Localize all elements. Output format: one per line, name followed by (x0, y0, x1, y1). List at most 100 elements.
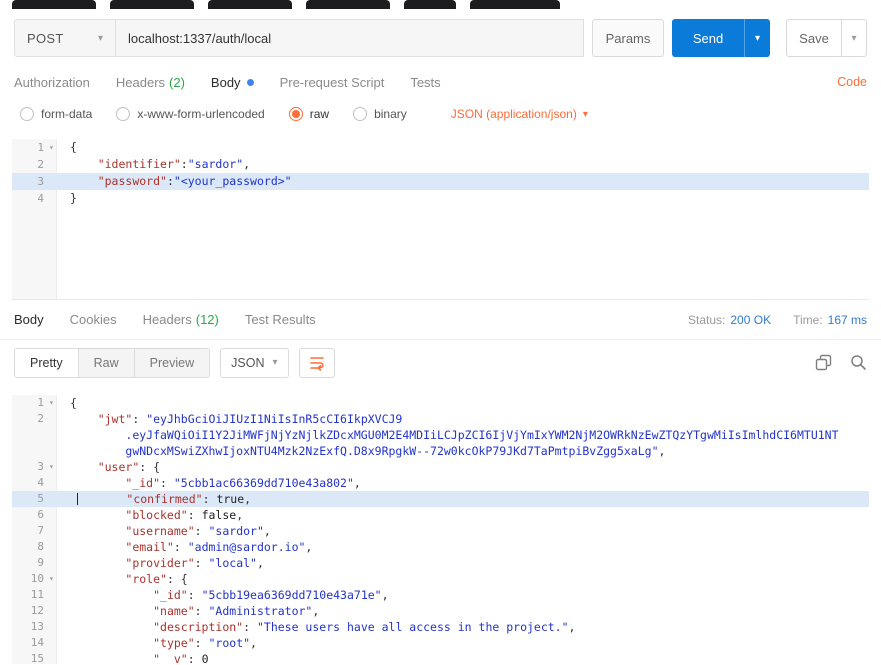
body-content-dot-icon (247, 79, 254, 86)
view-mode-preview[interactable]: Preview (134, 349, 209, 377)
editor-line: 7 "username": "sardor", (12, 523, 869, 539)
view-mode-raw[interactable]: Raw (78, 349, 134, 377)
radio-selected-icon (289, 107, 303, 121)
fold-spacer (44, 427, 70, 443)
radio-raw[interactable]: raw (289, 107, 329, 121)
response-tab-test-results[interactable]: Test Results (245, 312, 316, 327)
fold-spacer (44, 491, 70, 507)
editor-line: 1▾{ (12, 395, 869, 411)
radio-icon (20, 107, 34, 121)
code-text: "type": "root", (70, 635, 869, 651)
response-language-select[interactable]: JSON ▾ (220, 348, 288, 378)
tab-authorization[interactable]: Authorization (14, 75, 90, 90)
view-mode-pretty[interactable]: Pretty (15, 349, 78, 377)
window-tab-strip (0, 0, 881, 9)
response-tab-body[interactable]: Body (14, 312, 44, 327)
line-number: 6 (12, 507, 44, 523)
method-select[interactable]: POST ▾ (14, 19, 116, 57)
wrap-lines-button[interactable] (299, 348, 335, 378)
editor-line: 14 "type": "root", (12, 635, 869, 651)
app-tab[interactable] (12, 0, 96, 9)
tab-label: Headers (116, 75, 165, 90)
fold-spacer (44, 539, 70, 555)
response-body-editor[interactable]: 1▾{2 "jwt": "eyJhbGciOiJIUzI1NiIsInR5cCI… (12, 395, 869, 664)
chevron-down-icon: ▾ (98, 33, 103, 44)
editor-line: gwNDcxMSwiZXhwIjoxNTU4Mzk2NzExfQ.D8x9Rpg… (12, 443, 869, 459)
search-button[interactable] (850, 354, 867, 371)
line-number: 14 (12, 635, 44, 651)
tab-label: Cookies (70, 312, 117, 327)
code-link[interactable]: Code (837, 75, 867, 89)
line-number: 9 (12, 555, 44, 571)
code-text: "__v": 0 (70, 651, 869, 664)
app-tab[interactable] (470, 0, 560, 9)
fold-toggle-icon[interactable]: ▾ (44, 459, 70, 475)
save-button[interactable]: Save (786, 19, 842, 57)
line-number: 8 (12, 539, 44, 555)
request-body-editor[interactable]: 1▾{2 "identifier":"sardor",3 "password":… (12, 139, 869, 300)
url-input[interactable] (116, 19, 584, 57)
chevron-down-icon: ▾ (272, 357, 277, 368)
line-number: 4 (12, 475, 44, 491)
headers-count-badge: (2) (169, 75, 185, 90)
code-text: "_id": "5cbb19ea6369dd710e43a71e", (70, 587, 869, 603)
copy-button[interactable] (815, 354, 832, 371)
fold-spacer (44, 523, 70, 539)
radio-label: raw (310, 107, 329, 121)
fold-spacer (44, 475, 70, 491)
code-text: "password":"<your_password>" (70, 173, 869, 190)
app-tab[interactable] (208, 0, 292, 9)
view-mode-group: Pretty Raw Preview (14, 348, 210, 378)
app-tab[interactable] (110, 0, 194, 9)
request-tabs: Authorization Headers (2) Body Pre-reque… (0, 67, 881, 97)
response-tab-headers[interactable]: Headers (12) (143, 312, 219, 327)
tab-label: Pre-request Script (280, 75, 385, 90)
code-text: { (70, 395, 869, 411)
editor-line: 11 "_id": "5cbb19ea6369dd710e43a71e", (12, 587, 869, 603)
line-number: 3 (12, 459, 44, 475)
time-value: 167 ms (828, 313, 867, 327)
code-text: "provider": "local", (70, 555, 869, 571)
line-number: 4 (12, 190, 44, 207)
radio-x-www-form-urlencoded[interactable]: x-www-form-urlencoded (116, 107, 264, 121)
copy-icon (815, 354, 832, 371)
code-text: gwNDcxMSwiZXhwIjoxNTU4Mzk2NzExfQ.D8x9Rpg… (70, 443, 869, 459)
line-number: 3 (12, 173, 44, 190)
tab-body[interactable]: Body (211, 75, 254, 90)
code-text: "role": { (70, 571, 869, 587)
fold-toggle-icon[interactable]: ▾ (44, 139, 70, 156)
line-number: 12 (12, 603, 44, 619)
fold-spacer (44, 603, 70, 619)
fold-spacer (44, 619, 70, 635)
line-number: 1 (12, 395, 44, 411)
app-tab[interactable] (404, 0, 456, 9)
status-value: 200 OK (730, 313, 771, 327)
line-number (12, 443, 44, 459)
app-tab[interactable] (306, 0, 390, 9)
content-type-select[interactable]: JSON (application/json) ▾ (451, 107, 588, 121)
save-options-button[interactable]: ▾ (842, 19, 867, 57)
fold-toggle-icon[interactable]: ▾ (44, 395, 70, 411)
chevron-down-icon: ▾ (755, 33, 760, 44)
editor-line: 9 "provider": "local", (12, 555, 869, 571)
params-button[interactable]: Params (592, 19, 664, 57)
tab-headers[interactable]: Headers (2) (116, 75, 185, 90)
radio-label: binary (374, 107, 407, 121)
fold-spacer (44, 156, 70, 173)
code-text: "identifier":"sardor", (70, 156, 869, 173)
line-number: 5 (12, 491, 44, 507)
response-toolbar: Pretty Raw Preview JSON ▾ (0, 340, 881, 385)
tab-pre-request-script[interactable]: Pre-request Script (280, 75, 385, 90)
code-text: "jwt": "eyJhbGciOiJIUzI1NiIsInR5cCI6IkpX… (70, 411, 869, 427)
editor-line: .eyJfaWQiOiI1Y2JiMWFjNjYzNjlkZDcxMGU0M2E… (12, 427, 869, 443)
line-number: 13 (12, 619, 44, 635)
response-tab-cookies[interactable]: Cookies (70, 312, 117, 327)
fold-toggle-icon[interactable]: ▾ (44, 571, 70, 587)
radio-form-data[interactable]: form-data (20, 107, 92, 121)
send-options-button[interactable]: ▾ (744, 19, 770, 57)
code-text: "blocked": false, (70, 507, 869, 523)
tab-tests[interactable]: Tests (410, 75, 440, 90)
radio-binary[interactable]: binary (353, 107, 407, 121)
send-button[interactable]: Send (672, 19, 744, 57)
content-type-label: JSON (application/json) (451, 107, 577, 121)
